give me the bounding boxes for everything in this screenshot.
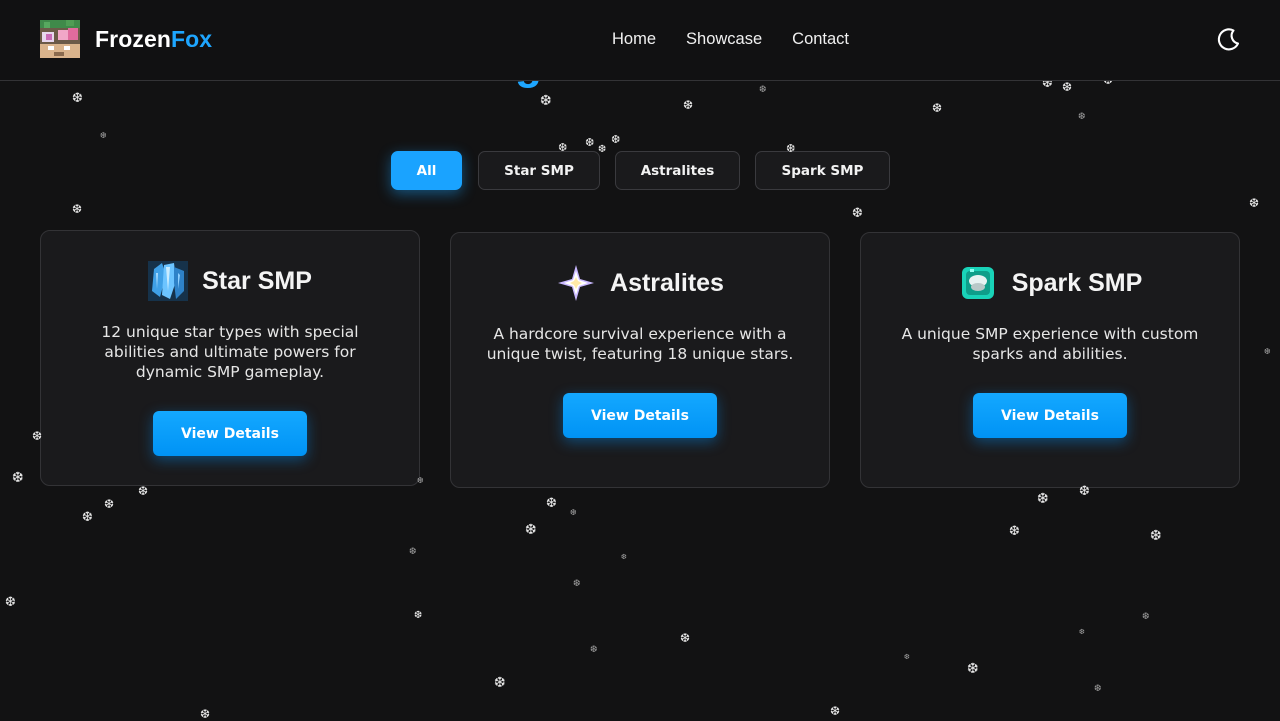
snowflake-icon: ❆: [1079, 628, 1085, 636]
card-header: Spark SMP: [861, 263, 1239, 303]
snowflake-icon: ❆: [138, 484, 149, 498]
card-astralites: Astralites A hardcore survival experienc…: [450, 232, 830, 488]
snowflake-icon: ❆: [598, 144, 607, 155]
view-details-button[interactable]: View Details: [973, 393, 1127, 438]
snowflake-icon: ❆: [932, 101, 943, 115]
nav-showcase[interactable]: Showcase: [686, 30, 762, 49]
snowflake-icon: ❆: [1142, 612, 1150, 622]
snowflake-icon: ❆: [1078, 112, 1086, 122]
card-title: Astralites: [610, 268, 724, 297]
view-details-button[interactable]: View Details: [153, 411, 307, 456]
snowflake-icon: ❆: [494, 675, 506, 691]
brand-frozen: Frozen: [95, 26, 171, 52]
snowflake-icon: ❆: [852, 206, 863, 221]
filter-all[interactable]: All: [391, 151, 462, 190]
snowflake-icon: ❆: [1264, 347, 1271, 356]
snowflake-icon: ❆: [1062, 80, 1073, 94]
snowflake-icon: ❆: [680, 631, 691, 645]
card-star-smp: Star SMP 12 unique star types with speci…: [40, 230, 420, 486]
card-description: 12 unique star types with special abilit…: [101, 323, 359, 381]
sparkle-star-icon: [558, 265, 595, 301]
snowflake-icon: ❆: [409, 547, 417, 557]
filter-star-smp[interactable]: Star SMP: [478, 151, 600, 190]
snowflake-icon: ❆: [585, 136, 595, 149]
snowflake-icon: ❆: [967, 661, 979, 677]
snowflake-icon: ❆: [414, 610, 423, 621]
snowflake-icon: ❆: [525, 522, 537, 538]
card-description: A hardcore survival experience with a un…: [486, 325, 794, 363]
snowflake-icon: ❆: [1249, 196, 1260, 210]
filter-astralites[interactable]: Astralites: [615, 151, 740, 190]
snowflake-icon: ❆: [611, 133, 621, 146]
snowflake-icon: ❆: [1009, 524, 1020, 539]
snowflake-icon: ❆: [72, 202, 83, 216]
snowflake-icon: ❆: [904, 653, 910, 661]
snowflake-icon: ❆: [570, 508, 577, 517]
blue-crystal-icon: [148, 261, 189, 301]
card-header: Astralites: [451, 263, 829, 303]
card-title: Star SMP: [202, 266, 312, 295]
moon-icon[interactable]: [1214, 26, 1242, 54]
card-header: Star SMP: [41, 261, 419, 301]
snowflake-icon: ❆: [12, 470, 24, 486]
snowflake-icon: ❆: [590, 645, 598, 655]
card-spark-smp: Spark SMP A unique SMP experience with c…: [860, 232, 1240, 488]
snowflake-icon: ❆: [82, 510, 93, 525]
snowflake-icon: ❆: [573, 579, 581, 589]
nav-home[interactable]: Home: [612, 30, 656, 49]
snowflake-icon: ❆: [683, 98, 694, 112]
view-details-button[interactable]: View Details: [563, 393, 717, 438]
snowflake-icon: ❆: [1150, 528, 1162, 544]
snowflake-icon: ❆: [546, 496, 557, 511]
snowflake-icon: ❆: [540, 93, 552, 109]
card-description: A unique SMP experience with custom spar…: [901, 325, 1199, 363]
snowflake-icon: ❆: [621, 553, 627, 561]
snowflake-icon: ❆: [100, 131, 107, 140]
snowflake-icon: ❆: [830, 704, 841, 718]
snowflake-icon: ❆: [72, 91, 83, 106]
main-nav: Home Showcase Contact: [612, 30, 879, 49]
snowflake-icon: ❆: [200, 707, 211, 721]
snowflake-icon: ❆: [1094, 684, 1102, 694]
nav-contact[interactable]: Contact: [792, 30, 849, 49]
snowflake-icon: ❆: [104, 497, 115, 511]
snowflake-icon: ❆: [1037, 491, 1049, 507]
brand-fox: Fox: [171, 26, 213, 52]
fox-logo-icon[interactable]: [40, 20, 80, 58]
filter-spark-smp[interactable]: Spark SMP: [755, 151, 890, 190]
snowflake-icon: ❆: [5, 595, 16, 610]
snowflake-icon: ❆: [759, 85, 767, 95]
spark-orb-icon: [961, 267, 994, 299]
brand-name[interactable]: FrozenFox: [95, 26, 212, 53]
card-title: Spark SMP: [1011, 268, 1143, 297]
top-navbar: FrozenFox Home Showcase Contact: [0, 0, 1280, 81]
